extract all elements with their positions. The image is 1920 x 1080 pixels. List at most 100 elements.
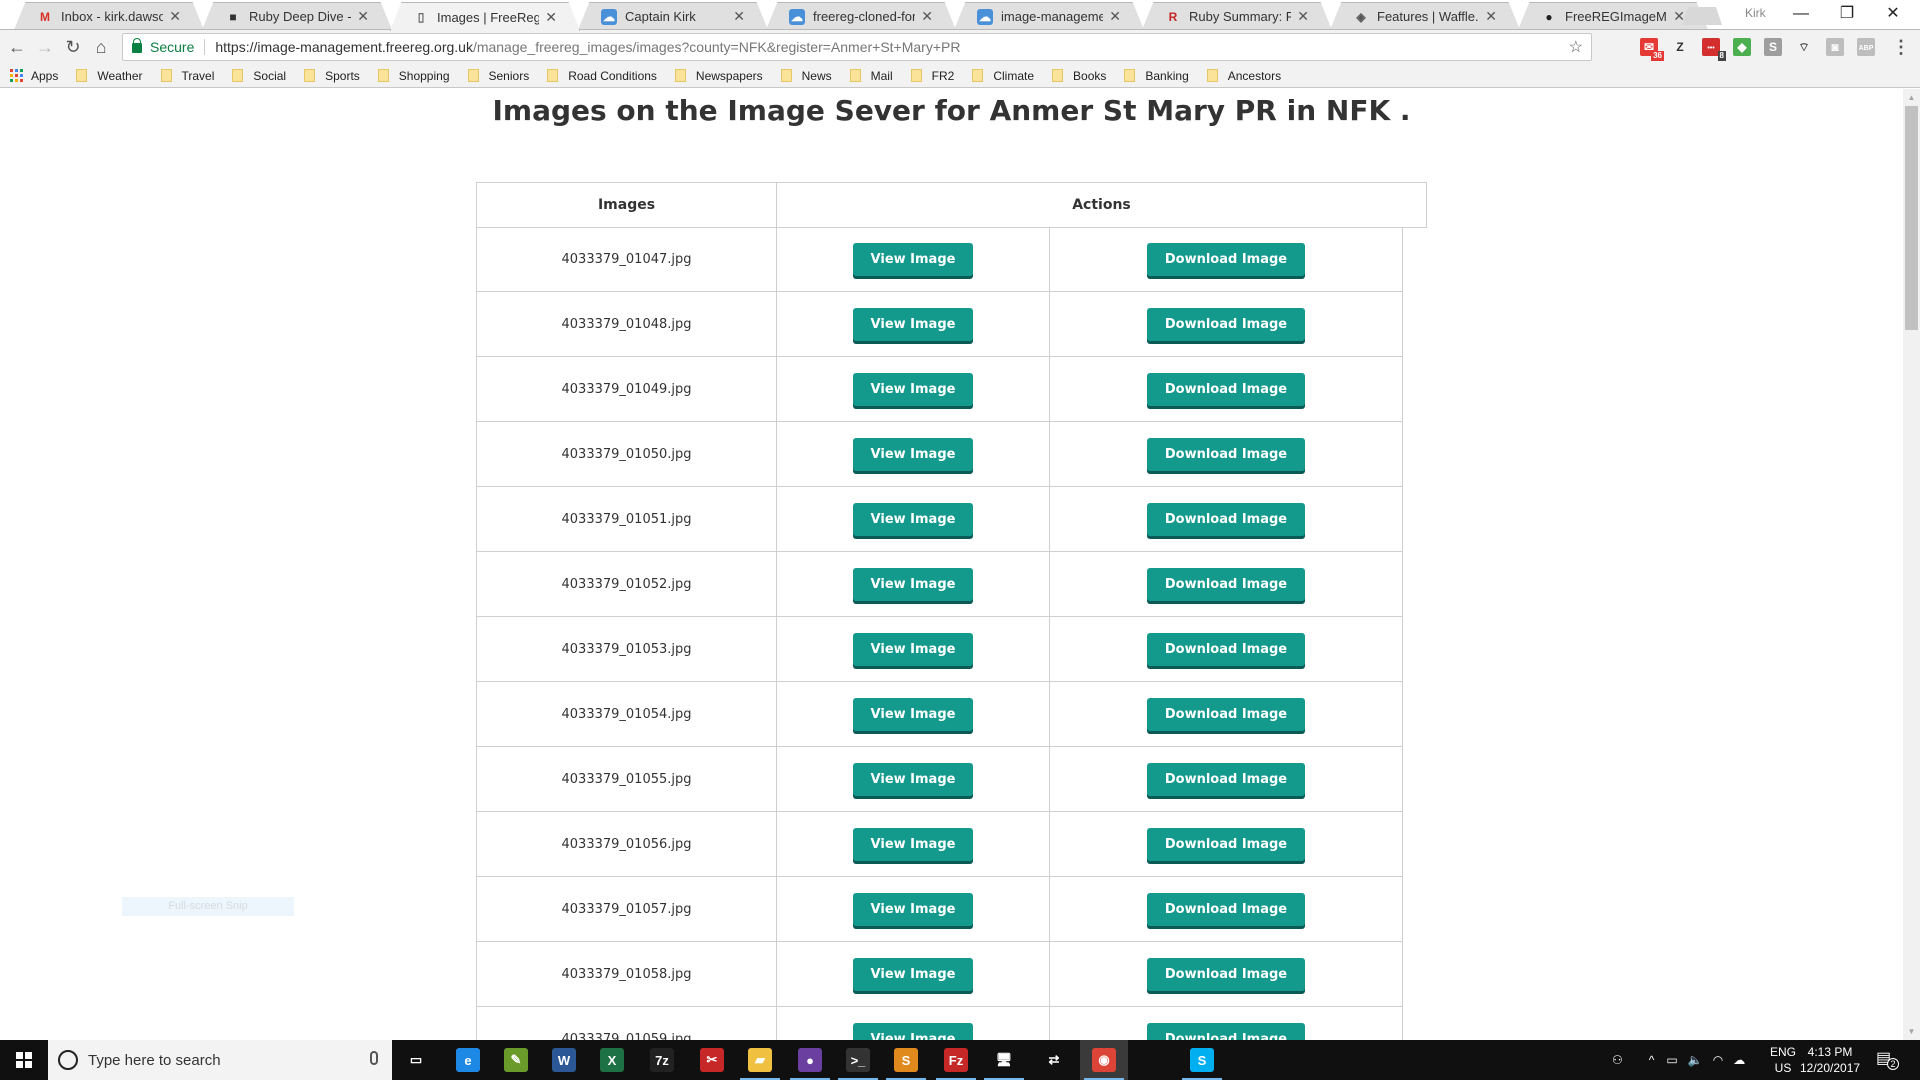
address-bar[interactable]: Secure https://image-management.freereg.… <box>122 33 1592 61</box>
download-image-button[interactable]: Download Image <box>1147 242 1305 276</box>
download-image-button[interactable]: Download Image <box>1147 567 1305 601</box>
taskbar-app-notepad-plus[interactable]: ✎ <box>492 1040 540 1080</box>
taskbar-app-edge[interactable]: e <box>444 1040 492 1080</box>
close-window-button[interactable]: ✕ <box>1870 2 1916 26</box>
taskbar-app-excel[interactable]: X <box>588 1040 636 1080</box>
tab-close-icon[interactable]: ✕ <box>545 9 557 26</box>
taskbar-app-skype[interactable]: S <box>1178 1040 1226 1080</box>
taskbar-app-chrome[interactable]: ◉ <box>1080 1040 1128 1080</box>
taskbar-app-filezilla[interactable]: Fz <box>932 1040 980 1080</box>
view-image-button[interactable]: View Image <box>853 892 973 926</box>
scroll-thumb[interactable] <box>1905 106 1918 330</box>
lastpass-icon[interactable]: ••• 8 <box>1702 38 1726 61</box>
bookmark-folder[interactable]: Climate <box>972 69 1034 83</box>
bookmark-star-icon[interactable]: ☆ <box>1569 37 1583 57</box>
scroll-up-arrow-icon[interactable]: ▲ <box>1903 89 1920 106</box>
action-center-button[interactable]: ▤ 2 <box>1876 1048 1899 1072</box>
taskbar-app-sublime-text[interactable]: S <box>882 1040 930 1080</box>
tab-close-icon[interactable]: ✕ <box>169 8 181 25</box>
download-image-button[interactable]: Download Image <box>1147 697 1305 731</box>
view-image-button[interactable]: View Image <box>853 697 973 731</box>
taskbar-app-purple-app[interactable]: ● <box>786 1040 834 1080</box>
view-image-button[interactable]: View Image <box>853 957 973 991</box>
taskbar-app-command-prompt[interactable]: >_ <box>834 1040 882 1080</box>
profile-name[interactable]: Kirk <box>1745 6 1766 20</box>
language-indicator[interactable]: ENG US <box>1770 1044 1796 1076</box>
bookmark-folder[interactable]: Weather <box>76 69 143 83</box>
green-shield-icon[interactable]: ◆ <box>1733 38 1751 56</box>
taskbar-app-file-explorer[interactable]: ▰ <box>736 1040 784 1080</box>
download-image-button[interactable]: Download Image <box>1147 502 1305 536</box>
browser-tab[interactable]: ● FreeREGImageManage ✕ <box>1518 2 1708 30</box>
bookmark-folder[interactable]: Ancestors <box>1206 69 1281 83</box>
tab-close-icon[interactable]: ✕ <box>357 8 369 25</box>
browser-tab[interactable]: M Inbox - kirk.dawson.bc ✕ <box>14 2 204 30</box>
browser-tab[interactable]: ■ Ruby Deep Dive - The E ✕ <box>202 2 392 30</box>
bookmark-folder[interactable]: Sports <box>304 69 360 83</box>
browser-tab[interactable]: R Ruby Summary: Ruby S ✕ <box>1142 2 1332 30</box>
tab-close-icon[interactable]: ✕ <box>921 8 933 25</box>
taskbar-app-word[interactable]: W <box>540 1040 588 1080</box>
back-button[interactable]: ← <box>6 36 28 58</box>
taskbar-app-computer[interactable]: 🖥 <box>980 1040 1028 1080</box>
battery-icon[interactable]: ▭ <box>1666 1053 1677 1067</box>
minimize-button[interactable]: — <box>1778 2 1824 26</box>
forward-button[interactable]: → <box>34 36 56 58</box>
browser-tab[interactable]: ☁ Captain Kirk ✕ <box>578 2 768 30</box>
bookmark-folder[interactable]: Travel <box>160 69 214 83</box>
gmail-checker-icon[interactable]: ✉ 36 <box>1640 38 1664 61</box>
chrome-menu-icon[interactable]: ⋮ <box>1890 36 1912 58</box>
download-image-button[interactable]: Download Image <box>1147 827 1305 861</box>
tab-close-icon[interactable]: ✕ <box>1297 8 1309 25</box>
url-text[interactable]: https://image-management.freereg.org.uk/… <box>205 39 960 55</box>
bookmark-folder[interactable]: Social <box>232 69 286 83</box>
browser-tab[interactable]: ◈ Features | Waffle.io ✕ <box>1330 2 1520 30</box>
download-image-button[interactable]: Download Image <box>1147 632 1305 666</box>
browser-tab[interactable]: ☁ image-management - (✕ <box>954 2 1144 30</box>
download-image-button[interactable]: Download Image <box>1147 1022 1305 1040</box>
tab-close-icon[interactable]: ✕ <box>733 8 745 25</box>
zotero-icon[interactable]: Z <box>1671 38 1689 56</box>
browser-tab[interactable]: ▯ Images | FreeReg Imag ✕ <box>390 2 580 31</box>
camera-extension-icon[interactable]: ◙ <box>1826 38 1844 56</box>
taskbar-app-network[interactable]: ⇄ <box>1030 1040 1078 1080</box>
bookmark-apps[interactable]: Apps <box>10 69 58 83</box>
tab-close-icon[interactable]: ✕ <box>1485 8 1497 25</box>
view-image-button[interactable]: View Image <box>853 372 973 406</box>
view-image-button[interactable]: View Image <box>853 762 973 796</box>
people-icon[interactable]: ⚇ <box>1612 1053 1623 1067</box>
taskbar-app-snipping-tool[interactable]: ✂ <box>688 1040 736 1080</box>
onedrive-icon[interactable]: ☁ <box>1733 1053 1745 1067</box>
new-tab-button[interactable] <box>1682 7 1722 25</box>
view-image-button[interactable]: View Image <box>853 242 973 276</box>
tab-close-icon[interactable]: ✕ <box>1109 8 1121 25</box>
download-image-button[interactable]: Download Image <box>1147 892 1305 926</box>
download-image-button[interactable]: Download Image <box>1147 372 1305 406</box>
taskbar-app-7zip[interactable]: 7z <box>638 1040 686 1080</box>
download-image-button[interactable]: Download Image <box>1147 762 1305 796</box>
bookmark-folder[interactable]: Shopping <box>377 69 450 83</box>
bookmark-folder[interactable]: Banking <box>1124 69 1189 83</box>
download-image-button[interactable]: Download Image <box>1147 437 1305 471</box>
view-image-button[interactable]: View Image <box>853 437 973 471</box>
bookmark-folder[interactable]: Newspapers <box>674 69 763 83</box>
taskbar-app-task-view[interactable]: ▭ <box>392 1040 440 1080</box>
restore-button[interactable]: ❐ <box>1824 2 1870 26</box>
adblock-plus-icon[interactable]: ABP <box>1857 38 1875 56</box>
view-image-button[interactable]: View Image <box>853 632 973 666</box>
start-button[interactable] <box>0 1040 48 1080</box>
clock[interactable]: 4:13 PM 12/20/2017 <box>1800 1044 1860 1076</box>
download-image-button[interactable]: Download Image <box>1147 957 1305 991</box>
taskbar-search-box[interactable]: Type here to search <box>48 1040 392 1080</box>
cast-icon[interactable]: ⌔ <box>1795 38 1813 56</box>
bookmark-folder[interactable]: Books <box>1052 69 1106 83</box>
home-button[interactable]: ⌂ <box>90 36 112 58</box>
reload-button[interactable]: ↻ <box>62 36 84 58</box>
microphone-icon[interactable] <box>370 1051 378 1065</box>
view-image-button[interactable]: View Image <box>853 1022 973 1040</box>
view-image-button[interactable]: View Image <box>853 567 973 601</box>
view-image-button[interactable]: View Image <box>853 307 973 341</box>
bookmark-folder[interactable]: Road Conditions <box>547 69 657 83</box>
show-hidden-icons-icon[interactable]: ^ <box>1649 1053 1655 1067</box>
browser-tab[interactable]: ☁ freereg-cloned-for-kirk ✕ <box>766 2 956 30</box>
